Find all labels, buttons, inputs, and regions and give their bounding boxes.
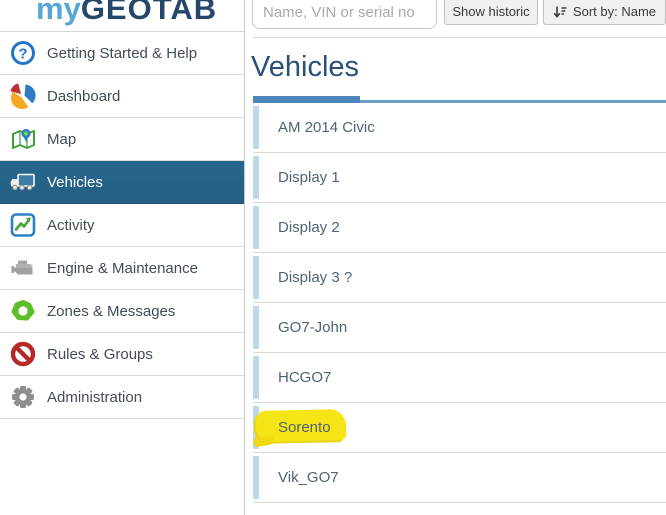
logo-prefix: my xyxy=(36,0,81,26)
active-tab-indicator[interactable] xyxy=(253,96,360,103)
sidebar-item-label: Rules & Groups xyxy=(47,345,153,363)
sidebar-item-administration[interactable]: Administration xyxy=(0,376,244,419)
sidebar-item-label: Administration xyxy=(47,388,143,406)
sidebar-item-label: Getting Started & Help xyxy=(47,44,198,62)
vehicle-name: Vik_GO7 xyxy=(278,469,339,486)
vehicle-list: AM 2014 Civic Display 1 Display 2 Displa… xyxy=(253,103,666,503)
sort-by-button[interactable]: Sort by: Name xyxy=(543,0,666,25)
truck-icon xyxy=(10,173,35,191)
pie-chart-icon xyxy=(10,83,36,109)
svg-text:?: ? xyxy=(18,46,27,63)
logo-row: myGEOTAB xyxy=(0,0,244,32)
vehicle-name: Display 1 xyxy=(278,169,340,186)
logo-suffix: GEOTAB xyxy=(80,0,218,26)
engine-icon xyxy=(11,260,33,275)
sidebar: myGEOTAB ? Getting Started & Help Dashbo… xyxy=(0,0,245,515)
page-title: Vehicles xyxy=(251,51,360,83)
vehicle-row[interactable]: HCGO7 xyxy=(253,353,666,403)
sidebar-item-label: Vehicles xyxy=(47,173,103,191)
sidebar-item-dashboard[interactable]: Dashboard xyxy=(0,75,244,118)
vehicle-row[interactable]: Display 2 xyxy=(253,203,666,253)
vehicle-name: AM 2014 Civic xyxy=(278,119,375,136)
vehicle-row[interactable]: GO7-John xyxy=(253,303,666,353)
mygeotab-app: myGEOTAB ? Getting Started & Help Dashbo… xyxy=(0,0,666,515)
prohibition-icon xyxy=(10,341,36,367)
sidebar-item-label: Activity xyxy=(47,216,95,234)
gear-icon xyxy=(12,386,34,408)
vehicle-row[interactable]: Display 1 xyxy=(253,153,666,203)
vehicle-row[interactable]: Vik_GO7 xyxy=(253,453,666,503)
sidebar-item-label: Engine & Maintenance xyxy=(47,259,198,277)
sidebar-item-activity[interactable]: Activity xyxy=(0,204,244,247)
vehicle-name: GO7-John xyxy=(278,319,348,336)
mygeotab-logo[interactable]: myGEOTAB xyxy=(36,0,217,27)
sidebar-item-getting-started[interactable]: ? Getting Started & Help xyxy=(0,32,244,75)
topbar-divider xyxy=(253,37,666,38)
vehicle-name: Display 2 xyxy=(278,219,340,236)
sidebar-item-map[interactable]: Map xyxy=(0,118,244,161)
show-historic-button[interactable]: Show historic xyxy=(444,0,538,25)
sidebar-item-label: Map xyxy=(47,130,77,148)
help-icon: ? xyxy=(11,41,35,65)
sort-icon xyxy=(553,6,567,18)
sidebar-item-label: Zones & Messages xyxy=(47,302,176,320)
sidebar-item-engine-maintenance[interactable]: Engine & Maintenance xyxy=(0,247,244,290)
vehicle-name: Sorento xyxy=(278,419,331,436)
sidebar-item-vehicles[interactable]: Vehicles xyxy=(0,161,244,204)
vehicle-name: Display 3 ? xyxy=(278,269,353,286)
sidebar-item-label: Dashboard xyxy=(47,87,121,105)
vehicle-search-input[interactable] xyxy=(252,0,437,29)
sidebar-item-zones-messages[interactable]: Zones & Messages xyxy=(0,290,244,333)
sidebar-item-rules-groups[interactable]: Rules & Groups xyxy=(0,333,244,376)
show-historic-label: Show historic xyxy=(452,4,530,19)
sort-by-label: Sort by: Name xyxy=(572,4,657,19)
vehicle-row-highlighted[interactable]: Sorento xyxy=(253,403,666,453)
zone-icon xyxy=(11,300,35,321)
map-icon xyxy=(12,128,35,149)
vehicle-row[interactable]: Display 3 ? xyxy=(253,253,666,303)
activity-chart-icon xyxy=(10,213,36,237)
sidebar-nav: ? Getting Started & Help Dashboard Map V… xyxy=(0,32,244,419)
vehicle-name: HCGO7 xyxy=(278,369,332,386)
vehicle-row[interactable]: AM 2014 Civic xyxy=(253,103,666,153)
